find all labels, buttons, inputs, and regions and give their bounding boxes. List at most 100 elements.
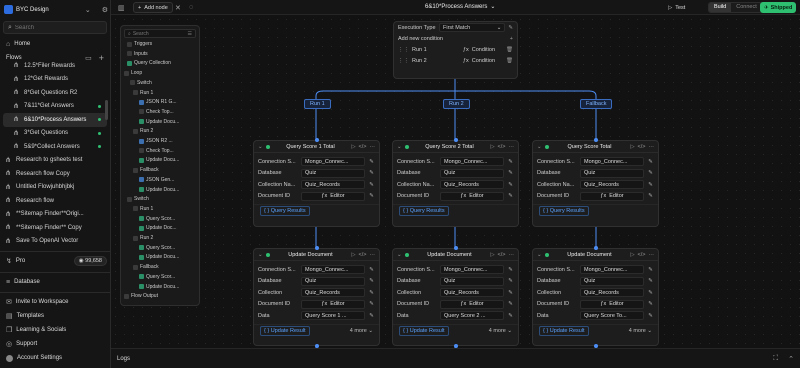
structure-search[interactable]: ⌕ Search ☰ [124,29,196,38]
shipped-button[interactable]: ✈ Shipped [760,2,797,13]
node-header[interactable]: ⌄ Query Score Total ▷ </> ⋯ [533,141,658,153]
play-icon[interactable]: ▷ [351,144,355,150]
structure-row[interactable]: Switch [127,195,149,203]
property-value[interactable]: ƒx Editor [580,191,644,201]
play-icon[interactable]: ▷ [351,252,355,258]
test-button[interactable]: ▷ Test [664,2,689,13]
structure-row[interactable]: Fallback [133,263,159,271]
flow-item[interactable]: ⋔ 5&9*Collect Answers [3,140,107,154]
property-value[interactable]: Quiz [440,276,504,286]
property-value[interactable]: ƒx Editor [301,299,365,309]
structure-row[interactable]: Run 1 [133,205,153,213]
credits-badge[interactable]: ◉ 99,658 [73,256,107,266]
edit-icon[interactable]: ✎ [507,267,514,273]
nav-templates[interactable]: ▤ Templates [3,310,107,322]
structure-row[interactable]: Check Top... [139,147,174,155]
nav-invite[interactable]: ✉ Invite to Workspace [3,296,107,308]
flow-list-scrollbar[interactable] [105,100,108,120]
edit-icon[interactable]: ✎ [647,193,654,199]
structure-row[interactable]: Run 1 [133,89,153,97]
structure-row[interactable]: Check Top... [139,108,174,116]
structure-row[interactable]: Run 2 [133,127,153,135]
structure-row[interactable]: Flow Output [124,292,158,300]
property-value[interactable]: Quiz_Records [580,180,644,190]
structure-row[interactable]: JSON R1 G... [139,98,177,106]
play-icon[interactable]: ▷ [490,252,494,258]
edit-icon[interactable]: ✎ [507,159,514,165]
structure-row[interactable]: Query Scor... [139,215,175,223]
edit-icon[interactable]: ✎ [368,313,375,319]
edit-icon[interactable]: ✎ [507,182,514,188]
output-tag[interactable]: { } Query Results [260,206,310,216]
property-value[interactable]: Quiz_Records [440,288,504,298]
flow-canvas[interactable]: ⌕ Search ☰ Triggers Inputs Query Collectio… [111,15,800,348]
code-icon[interactable]: </> [359,144,367,150]
property-value[interactable]: Quiz [580,276,644,286]
edit-icon[interactable]: ✎ [368,290,375,296]
branch-run-2[interactable]: Run 2 [443,99,470,109]
property-value[interactable]: ƒx Editor [440,191,504,201]
more-fields-toggle[interactable]: 4 more ⌄ [629,328,652,334]
more-icon[interactable]: ⋯ [509,252,515,258]
nav-database[interactable]: ≡ Database [3,276,107,288]
property-value[interactable]: Mongo_Connec... [301,157,365,167]
structure-row[interactable]: Update Docu... [139,186,179,194]
sidebar-search[interactable]: ⌕ [3,21,107,34]
execution-type-select[interactable]: First Match ⌄ [439,23,506,32]
chevron-down-icon[interactable]: ⌄ [397,252,402,258]
more-fields-toggle[interactable]: 4 more ⌄ [489,328,512,334]
chevron-down-icon[interactable]: ⌄ [537,252,542,258]
run-1-condition[interactable]: ƒx Condition [455,45,503,54]
edit-icon[interactable]: ✎ [507,193,514,199]
property-value[interactable]: ƒx Editor [440,299,504,309]
update-node[interactable]: ⌄ Update Document ▷ </> ⋯ Connection S..… [392,246,519,348]
output-tag[interactable]: { } Query Results [539,206,589,216]
output-tag[interactable]: { } Update Result [399,325,449,336]
branch-fallback[interactable]: Fallback [580,99,613,109]
chevron-down-icon[interactable]: ⌄ [397,144,402,150]
code-icon[interactable]: </> [359,252,367,258]
nav-home[interactable]: ⌂ Home [3,38,107,50]
edit-icon[interactable]: ✎ [647,301,654,307]
edit-icon[interactable]: ✎ [507,313,514,319]
nav-support[interactable]: ◎ Support [3,338,107,350]
node-header[interactable]: ⌄ Query Score 1 Total ▷ </> ⋯ [254,141,379,153]
connect-tab[interactable]: Connect [731,3,762,12]
structure-row[interactable]: JSON Gen... [139,176,174,184]
property-value[interactable]: Quiz_Records [301,180,365,190]
gear-icon[interactable]: ⚙ [102,6,108,14]
code-icon[interactable]: </> [638,252,646,258]
structure-row[interactable]: Update Docu... [139,118,179,126]
property-value[interactable]: Mongo_Connec... [580,157,644,167]
edit-icon[interactable]: ✎ [368,278,375,284]
flow-item[interactable]: ⋔ 7&11*Get Answers [3,100,107,114]
build-tab[interactable]: Build [709,3,732,12]
branch-run-1[interactable]: Run 1 [304,99,331,109]
edit-icon[interactable]: ✎ [647,182,654,188]
flow-item[interactable]: ⋔ Research to gsheets test [3,154,107,168]
sidebar-toggle-icon[interactable]: ▥ [118,4,125,12]
play-icon[interactable]: ▷ [630,144,634,150]
edit-icon[interactable]: ✎ [368,193,375,199]
structure-row[interactable]: Update Docu... [139,283,179,291]
flow-item[interactable]: ⋔ Untitled Flowjuhbhjbkj [3,181,107,195]
play-icon[interactable]: ▷ [490,144,494,150]
property-value[interactable]: ƒx Editor [301,191,365,201]
structure-row[interactable]: Update Docu... [139,156,179,164]
query-node[interactable]: ⌄ Query Score 1 Total ▷ </> ⋯ Connection… [253,138,380,227]
node-header[interactable]: ⌄ Update Document ▷ </> ⋯ [393,249,518,261]
more-icon[interactable]: ⋯ [649,252,655,258]
flow-item[interactable]: ⋔ Research flow [3,194,107,208]
structure-row[interactable]: Update Docu... [139,253,179,261]
settings-icon[interactable]: ◌ [189,4,193,11]
edit-icon[interactable]: ✎ [507,301,514,307]
structure-row[interactable]: Fallback [133,166,159,174]
property-value[interactable]: Quiz_Records [580,288,644,298]
edit-icon[interactable]: ✎ [507,290,514,296]
structure-row[interactable]: Switch [130,79,152,87]
edit-icon[interactable]: ✎ [368,301,375,307]
edit-icon[interactable]: ✎ [507,170,514,176]
property-value[interactable]: Mongo_Connec... [301,265,365,275]
property-value[interactable]: Quiz [301,276,365,286]
flow-item[interactable]: ⋔ Save To OpenAI Vector [3,235,107,244]
